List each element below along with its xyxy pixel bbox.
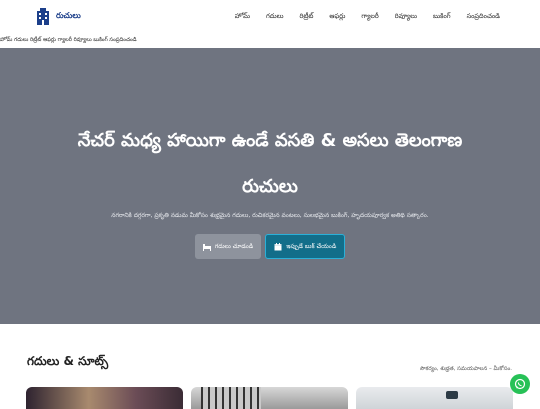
bed-icon	[202, 243, 211, 251]
nav-item-retreat[interactable]: రిట్రీట్	[300, 12, 314, 22]
hero-title: నేచర్ మధ్య హాయిగా ఉండే వసతి & అసలు తెలంగ…	[40, 118, 500, 210]
nav-item-gallery[interactable]: గ్యాలరీ	[361, 12, 378, 22]
hero-title-line1: నేచర్ మధ్య హాయిగా ఉండే వసతి & అసలు తెలంగ…	[77, 130, 463, 151]
view-rooms-button[interactable]: గదులు చూడండి	[194, 234, 262, 259]
building-logo-icon	[37, 8, 49, 25]
nav-item-contact[interactable]: సంప్రదించండి	[467, 12, 500, 22]
whatsapp-chat-button[interactable]	[510, 374, 530, 394]
hero-subtitle: నగరానికి దగ్గరగా, ప్రకృతి నడుమ మీకోసం శు…	[111, 212, 429, 219]
site-header: రుచులు హోమ్ గదులు రిట్రీట్ ఆఫర్లు గ్యాలర…	[0, 0, 540, 34]
room-cards	[26, 387, 513, 409]
nav-item-rooms[interactable]: గదులు	[266, 12, 284, 22]
book-now-button[interactable]: ఇప్పుడే బుక్ చేయండి	[265, 234, 346, 259]
brand-name: రుచులు	[56, 11, 81, 20]
whatsapp-icon	[514, 378, 526, 390]
room-card-image[interactable]	[191, 387, 348, 409]
nav-item-reviews[interactable]: రివ్యూలు	[395, 12, 417, 22]
hero-buttons: గదులు చూడండి ఇప్పుడే బుక్ చేయండి	[0, 234, 540, 259]
book-now-label: ఇప్పుడే బుక్ చేయండి	[286, 242, 337, 250]
hero-title-line2: రుచులు	[242, 176, 298, 197]
calendar-icon	[274, 242, 282, 250]
nav-item-home[interactable]: హోమ్	[235, 12, 250, 22]
main-nav: హోమ్ గదులు రిట్రీట్ ఆఫర్లు గ్యాలరీ రివ్య…	[235, 12, 500, 22]
hero-section: నేచర్ మధ్య హాయిగా ఉండే వసతి & అసలు తెలంగ…	[0, 48, 540, 324]
room-card-image[interactable]	[26, 387, 183, 409]
rooms-section-title: గదులు & సూట్స్	[27, 354, 109, 368]
logo-link[interactable]: రుచులు	[36, 8, 81, 25]
nav-item-offers[interactable]: ఆఫర్లు	[329, 12, 345, 22]
view-rooms-label: గదులు చూడండి	[214, 242, 254, 250]
room-card-image[interactable]	[356, 387, 513, 409]
rooms-section-note: సౌకర్యం, శుభ్రత, సమయపాలన – మీకోసం.	[419, 366, 512, 372]
nav-item-booking[interactable]: బుకింగ్	[433, 12, 451, 22]
secondary-nav-links[interactable]: హోమ్ గదులు రిట్రీట్ ఆఫర్లు గ్యాలరీ రివ్య…	[0, 36, 540, 48]
